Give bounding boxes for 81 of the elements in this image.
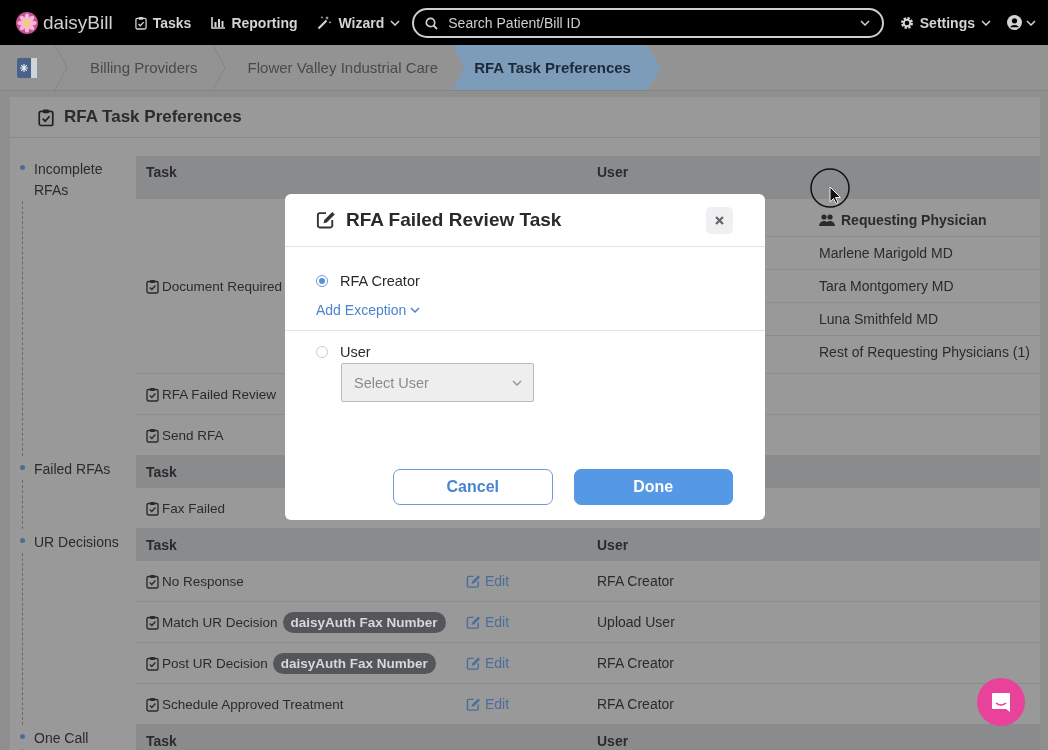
nav-item[interactable]: Tasks [134,14,192,31]
column-header: Task [146,464,177,480]
user-value: Upload User [597,614,675,630]
account-menu[interactable] [1007,15,1036,30]
close-icon [715,215,724,225]
column-header: Task [146,733,177,749]
breadcrumb-item[interactable]: Flower Valley Industrial Care [225,45,453,90]
user-avatar-icon [1007,15,1022,30]
caret-icon [512,379,522,386]
task-name: Send RFA [162,427,224,443]
edit-icon [466,614,481,630]
clipboard-check-icon [146,655,159,671]
radio-option[interactable]: RFA Creator [316,273,420,289]
clipboard-check-icon [146,427,159,443]
people-icon [819,214,835,226]
provider-card-icon[interactable] [17,57,37,78]
settings-icon [899,15,914,30]
task-name: Document Required [162,278,283,294]
settings-menu[interactable]: Settings [899,14,991,31]
logo-text[interactable]: daisyBill [43,11,113,34]
task-name: Schedule Approved Treatment [162,696,344,712]
caret-icon [859,19,870,26]
bullet-icon [20,538,25,543]
clipboard-check-icon [146,386,159,402]
clipboard-check-icon [146,696,159,712]
breadcrumb-item[interactable]: RFA Task Preferences [452,45,661,90]
dialog-title: RFA Failed Review Task [346,209,563,231]
add-exception-link[interactable]: Add Exception [316,302,421,318]
magic-wand-icon [317,15,333,30]
nav-item[interactable]: Wizard [317,14,401,31]
task-name: Match UR Decision [162,614,278,630]
section-label: One Call [34,729,89,748]
caret-icon [410,307,421,313]
column-header: User [597,164,629,180]
panel-title: RFA Task Preferences [64,107,242,127]
clipboard-check-icon [146,500,159,516]
task-name: RFA Failed Review [162,386,277,402]
column-header: User [597,733,629,749]
chat-icon [990,691,1012,713]
exception-heading: Requesting Physician [841,212,987,228]
cancel-button[interactable]: Cancel [393,469,553,505]
fax-number-tag: daisyAuth Fax Number [272,652,436,674]
edit-icon [466,573,481,589]
radio-option[interactable]: User [316,344,371,360]
clipboard-check-icon [146,573,159,589]
clipboard-check-icon [38,107,54,127]
exception-user: Luna Smithfeld MD [819,311,939,327]
done-button[interactable]: Done [573,469,733,505]
section-label: UR Decisions [34,533,119,552]
fax-number-tag: daisyAuth Fax Number [282,611,446,633]
column-header: Task [146,537,177,553]
section-label: Failed RFAs [34,460,111,479]
user-value: RFA Creator [597,655,675,671]
clipboard-check-icon [146,278,159,294]
bullet-icon [20,734,25,739]
flower-logo-icon [16,11,38,34]
edit-icon [316,210,336,230]
clipboard-check-icon [134,15,147,30]
edit-icon [466,655,481,671]
user-value: RFA Creator [597,573,675,589]
exception-user: Tara Montgomery MD [819,278,954,294]
task-name: No Response [162,573,244,589]
close-button[interactable] [706,206,733,234]
edit-icon [466,696,481,712]
column-header: User [597,537,629,553]
task-name: Post UR Decision [162,655,268,671]
nav-item[interactable]: Reporting [211,14,298,31]
caret-icon [1026,19,1036,26]
bar-chart-icon [211,16,226,29]
task-name: Fax Failed [162,500,226,516]
user-value: RFA Creator [597,696,675,712]
exception-user: Rest of Requesting Physicians (1) [819,344,1030,360]
search-field[interactable]: Search Patient/Bill ID [412,7,884,38]
column-header: Task [146,164,177,180]
bullet-icon [20,465,25,470]
exception-user: Marlene Marigold MD [819,245,953,261]
section-label: Incomplete RFAs [34,160,104,200]
search-icon [425,16,439,30]
bullet-icon [20,165,25,170]
breadcrumb-item[interactable]: Billing Providers [68,45,212,90]
clipboard-check-icon [146,614,159,630]
